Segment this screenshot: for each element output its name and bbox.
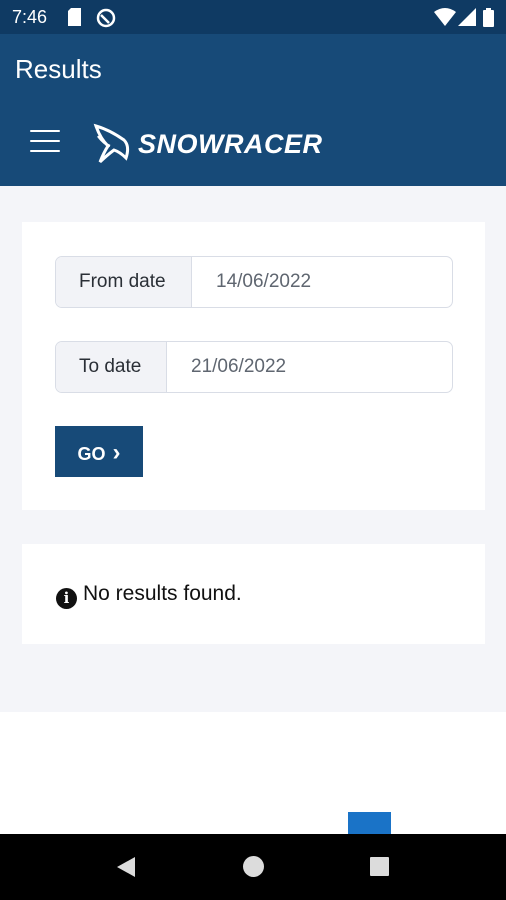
to-date-input[interactable] xyxy=(167,342,450,392)
nav-back-icon[interactable] xyxy=(115,856,137,878)
no-results-message: i No results found. xyxy=(56,582,242,609)
battery-icon xyxy=(483,8,494,27)
no-results-text: No results found. xyxy=(83,582,242,605)
hamburger-menu-icon[interactable] xyxy=(30,130,60,152)
results-card: i No results found. xyxy=(22,544,485,644)
date-filter-card: From date To date GO › xyxy=(22,222,485,510)
nav-home-icon[interactable] xyxy=(243,856,264,877)
signal-icon xyxy=(458,8,476,26)
do-not-disturb-icon xyxy=(96,8,116,28)
nav-recent-apps-icon[interactable] xyxy=(370,857,389,876)
status-bar: 7:46 xyxy=(0,0,506,34)
go-label: GO xyxy=(77,444,106,464)
logo-icon xyxy=(93,123,130,164)
system-nav-bar xyxy=(0,834,506,900)
app-bar: Results SNOWRACER xyxy=(0,34,506,186)
main-content: From date To date GO › i No results found… xyxy=(0,186,506,712)
sim-card-icon xyxy=(68,8,81,26)
wifi-icon xyxy=(434,8,456,26)
page-title: Results xyxy=(15,54,102,84)
status-time: 7:46 xyxy=(12,7,48,27)
info-icon: i xyxy=(56,588,77,609)
chevron-right-icon: › xyxy=(112,439,121,466)
brand-name: SNOWRACER xyxy=(138,129,323,159)
from-date-input[interactable] xyxy=(192,257,450,307)
to-date-label: To date xyxy=(56,342,167,392)
floating-tab[interactable] xyxy=(348,812,391,834)
snowracer-logo: SNOWRACER xyxy=(90,122,322,166)
to-date-group: To date xyxy=(55,341,453,393)
from-date-label: From date xyxy=(56,257,192,307)
from-date-group: From date xyxy=(55,256,453,308)
go-button[interactable]: GO › xyxy=(55,426,143,477)
